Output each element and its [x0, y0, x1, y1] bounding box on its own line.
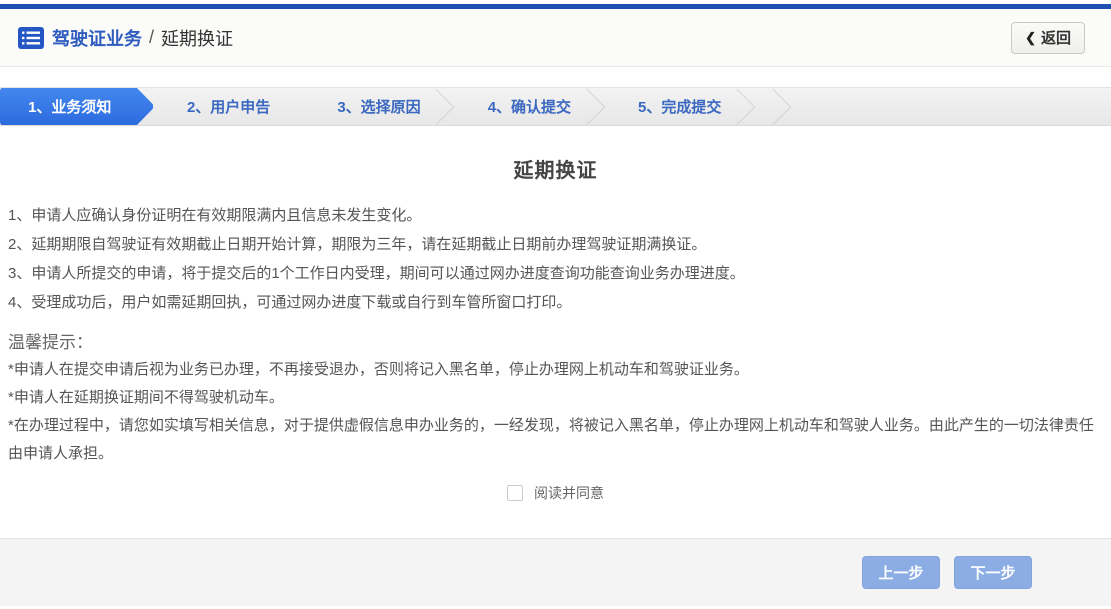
- step-2-user-declaration[interactable]: 2、用户申告: [153, 88, 303, 125]
- step-label: 5、完成提交: [638, 96, 721, 117]
- step-label: 1、业务须知: [28, 96, 111, 117]
- tips-heading: 温馨提示：: [0, 330, 1111, 356]
- list-icon: [18, 27, 44, 49]
- tip-item-3: *在办理过程中，请您如实填写相关信息，对于提供虚假信息申办业务的，一经发现，将被…: [8, 412, 1103, 468]
- step-5-complete-submit[interactable]: 5、完成提交: [605, 88, 755, 125]
- footer-bar: 上一步 下一步: [0, 538, 1111, 606]
- next-step-button[interactable]: 下一步: [954, 556, 1032, 589]
- agree-row: 阅读并同意: [0, 483, 1111, 506]
- notice-item-4: 4、受理成功后，用户如需延期回执，可通过网办进度下载或自行到车管所窗口打印。: [8, 288, 1103, 317]
- agree-checkbox[interactable]: [507, 485, 523, 501]
- tip-item-2: *申请人在延期换证期间不得驾驶机动车。: [8, 384, 1103, 412]
- step-wizard: 1、业务须知 2、用户申告 3、选择原因 4、确认提交 5、完成提交: [0, 87, 1111, 126]
- tips-list: *申请人在提交申请后视为业务已办理，不再接受退办，否则将记入黑名单，停止办理网上…: [0, 356, 1111, 468]
- page-title: 延期换证: [0, 154, 1111, 183]
- breadcrumb-current: 延期换证: [161, 25, 233, 51]
- step-label: 3、选择原因: [337, 96, 420, 117]
- chevron-left-icon: ❮: [1025, 30, 1036, 46]
- step-separator-chevron: [418, 88, 455, 125]
- notice-item-3: 3、申请人所提交的申请，将于提交后的1个工作日内受理，期间可以通过网办进度查询功…: [8, 259, 1103, 288]
- step-4-confirm-submit[interactable]: 4、确认提交: [454, 88, 604, 125]
- breadcrumb-section[interactable]: 驾驶证业务: [52, 25, 142, 51]
- back-button-label: 返回: [1041, 27, 1071, 48]
- step-separator-chevron: [719, 88, 756, 125]
- notice-list: 1、申请人应确认身份证明在有效期限满内且信息未发生变化。 2、延期期限自驾驶证有…: [0, 201, 1111, 317]
- step-label: 4、确认提交: [488, 96, 571, 117]
- notice-item-1: 1、申请人应确认身份证明在有效期限满内且信息未发生变化。: [8, 201, 1103, 230]
- step-separator-chevron: [568, 88, 605, 125]
- agree-label: 阅读并同意: [534, 483, 604, 503]
- breadcrumb-separator: /: [149, 27, 154, 48]
- tip-item-1: *申请人在提交申请后视为业务已办理，不再接受退办，否则将记入黑名单，停止办理网上…: [8, 356, 1103, 384]
- previous-step-button[interactable]: 上一步: [862, 556, 940, 589]
- back-button[interactable]: ❮ 返回: [1011, 22, 1085, 54]
- notice-item-2: 2、延期期限自驾驶证有效期截止日期开始计算，期限为三年，请在延期截止日期前办理驾…: [8, 230, 1103, 259]
- wizard-gap: [0, 67, 1111, 87]
- step-trailing-area: [755, 88, 1111, 125]
- step-1-business-notice[interactable]: 1、业务须知: [0, 87, 153, 126]
- agree-control[interactable]: 阅读并同意: [507, 483, 604, 503]
- step-separator-chevron: [755, 88, 792, 125]
- step-label: 2、用户申告: [187, 96, 270, 117]
- step-3-select-reason[interactable]: 3、选择原因: [304, 88, 454, 125]
- header: 驾驶证业务 / 延期换证 ❮ 返回: [0, 9, 1111, 67]
